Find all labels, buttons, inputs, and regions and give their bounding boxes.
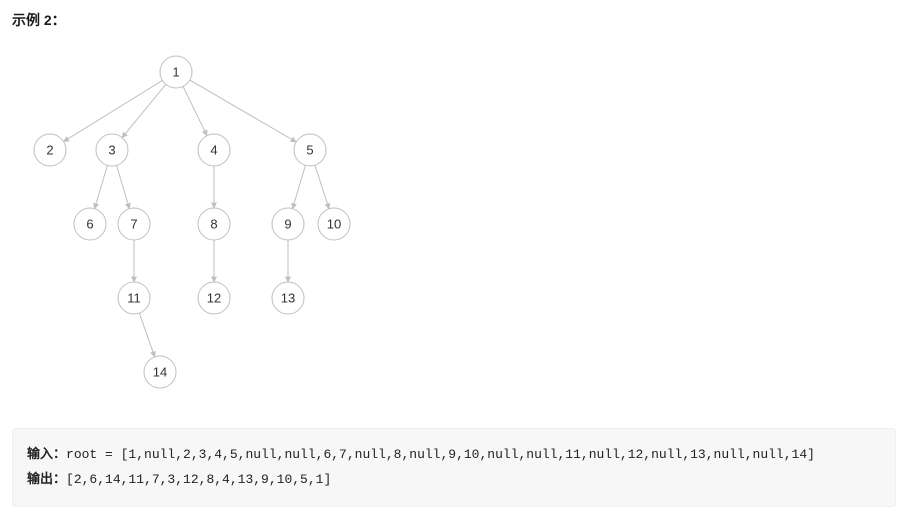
tree-node: 3 — [96, 134, 128, 166]
tree-node-label: 14 — [153, 364, 167, 379]
tree-node: 11 — [118, 282, 150, 314]
tree-diagram: 1234567891011121314 — [16, 44, 376, 404]
tree-edge — [183, 86, 207, 135]
tree-node: 14 — [144, 356, 176, 388]
tree-node-label: 10 — [327, 216, 341, 231]
input-prefix: root = — [66, 447, 121, 462]
tree-node-label: 13 — [281, 290, 295, 305]
tree-node-label: 11 — [127, 290, 141, 305]
tree-diagram-container: 1234567891011121314 — [12, 44, 896, 404]
output-value: [2,6,14,11,7,3,12,8,4,13,9,10,5,1] — [66, 472, 331, 487]
tree-node: 10 — [318, 208, 350, 240]
tree-node: 13 — [272, 282, 304, 314]
tree-node: 12 — [198, 282, 230, 314]
tree-edge — [95, 165, 108, 208]
tree-node-label: 4 — [210, 142, 217, 157]
output-line: 输出：[2,6,14,11,7,3,12,8,4,13,9,10,5,1] — [27, 468, 881, 493]
tree-node-label: 8 — [210, 216, 217, 231]
tree-edge — [117, 165, 130, 208]
tree-node-label: 3 — [108, 142, 115, 157]
io-codebox: 输入：root = [1,null,2,3,4,5,null,null,6,7,… — [12, 428, 896, 507]
tree-node: 7 — [118, 208, 150, 240]
tree-node: 9 — [272, 208, 304, 240]
tree-node-label: 2 — [46, 142, 53, 157]
tree-node: 8 — [198, 208, 230, 240]
tree-node-label: 7 — [130, 216, 137, 231]
tree-edge — [293, 165, 306, 208]
input-value: [1,null,2,3,4,5,null,null,6,7,null,8,nul… — [121, 447, 815, 462]
tree-node-label: 5 — [306, 142, 313, 157]
output-label: 输出： — [27, 472, 66, 487]
input-line: 输入：root = [1,null,2,3,4,5,null,null,6,7,… — [27, 443, 881, 468]
tree-node: 5 — [294, 134, 326, 166]
tree-node-label: 9 — [284, 216, 291, 231]
tree-node: 6 — [74, 208, 106, 240]
tree-node-label: 6 — [86, 216, 93, 231]
tree-node: 1 — [160, 56, 192, 88]
tree-node-label: 1 — [172, 64, 179, 79]
input-label: 输入： — [27, 447, 66, 462]
tree-edge — [139, 313, 154, 357]
tree-node: 2 — [34, 134, 66, 166]
tree-node: 4 — [198, 134, 230, 166]
tree-edge — [64, 80, 163, 141]
tree-node-label: 12 — [207, 290, 221, 305]
tree-edge — [315, 165, 329, 209]
example-heading: 示例 2： — [12, 10, 896, 30]
